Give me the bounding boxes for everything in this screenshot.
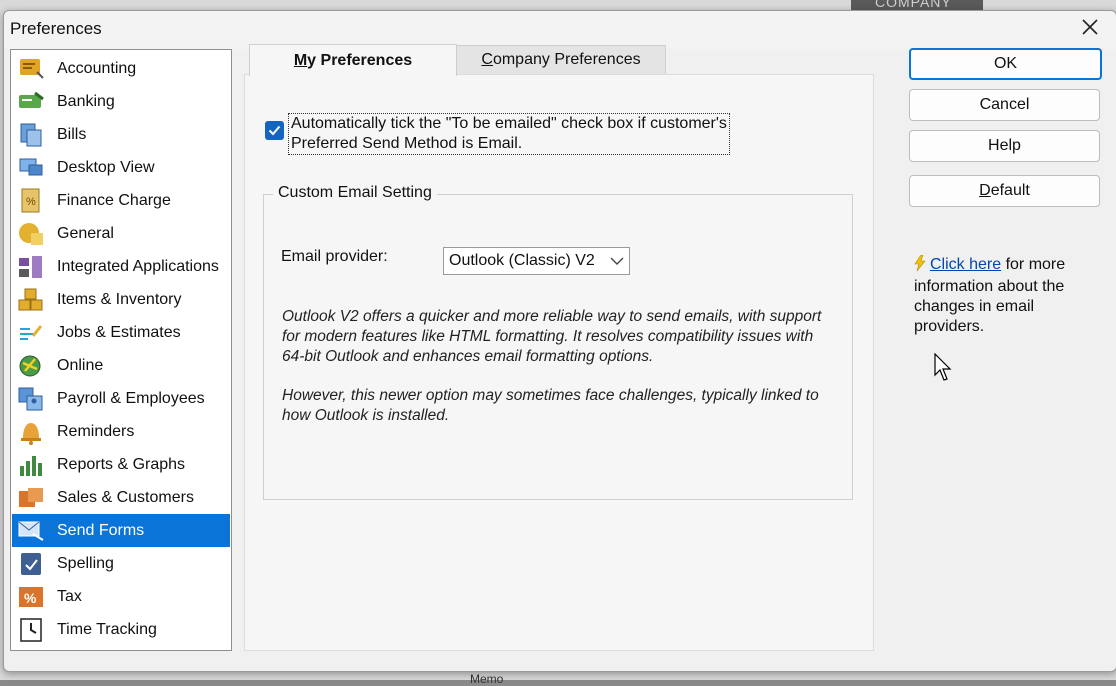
svg-text:%: % <box>24 590 37 606</box>
category-item-bills[interactable]: Bills <box>12 118 230 151</box>
mouse-pointer-icon <box>934 352 954 388</box>
ok-button[interactable]: OK <box>909 48 1102 80</box>
accounting-icon <box>15 55 47 83</box>
items-inventory-icon <box>15 286 47 314</box>
close-button[interactable] <box>1076 15 1104 43</box>
tab-my-preferences[interactable]: My Preferences <box>249 44 457 76</box>
category-label: General <box>57 224 114 242</box>
email-provider-label: Email provider: <box>281 248 388 265</box>
time-tracking-icon <box>15 616 47 644</box>
background-company-label: COMPANY <box>851 0 983 10</box>
email-provider-select[interactable]: Outlook (Classic) V2 <box>443 247 630 275</box>
category-item-general[interactable]: General <box>12 217 230 250</box>
tab-my-preferences-label: y Preferences <box>307 51 413 69</box>
category-item-reminders[interactable]: Reminders <box>12 415 230 448</box>
cancel-button[interactable]: Cancel <box>909 89 1100 121</box>
spelling-icon <box>15 550 47 578</box>
category-label: Online <box>57 356 104 374</box>
online-icon <box>15 352 47 380</box>
category-label: Items & Inventory <box>57 290 182 308</box>
email-provider-value: Outlook (Classic) V2 <box>449 252 595 269</box>
category-item-jobs-estimates[interactable]: Jobs & Estimates <box>12 316 230 349</box>
email-provider-info: Click here for more information about th… <box>914 254 1094 337</box>
category-label: Payroll & Employees <box>57 389 205 407</box>
help-button[interactable]: Help <box>909 130 1100 162</box>
custom-email-setting-title: Custom Email Setting <box>273 184 437 202</box>
checkmark-icon <box>268 125 281 136</box>
general-icon <box>15 220 47 248</box>
window-title: Preferences <box>10 19 102 38</box>
reports-graphs-icon <box>15 451 47 479</box>
auto-tick-label-line1: Automatically tick the "To be emailed" c… <box>291 115 727 132</box>
category-label: Accounting <box>57 59 137 77</box>
tab-company-preferences-label: ompany Preferences <box>492 51 641 68</box>
auto-tick-email-checkbox[interactable] <box>265 121 284 140</box>
bills-icon <box>15 121 47 149</box>
category-label: Reports & Graphs <box>57 455 186 473</box>
close-icon <box>1082 19 1098 35</box>
desktop-view-icon <box>15 154 47 182</box>
category-label: Jobs & Estimates <box>57 323 181 341</box>
lightning-bolt-icon <box>914 254 926 277</box>
tab-company-preferences-mnemonic: C <box>481 51 493 68</box>
tab-company-preferences[interactable]: Company Preferences <box>456 45 666 74</box>
category-label: Desktop View <box>57 158 155 176</box>
category-label: Banking <box>57 92 115 110</box>
auto-tick-email-option: Automatically tick the "To be emailed" c… <box>265 113 730 155</box>
default-button[interactable]: Default <box>909 175 1100 207</box>
category-label: Sales & Customers <box>57 488 194 506</box>
title-bar: Preferences <box>4 11 1116 49</box>
category-item-reports-graphs[interactable]: Reports & Graphs <box>12 448 230 481</box>
payroll-employees-icon <box>15 385 47 413</box>
click-here-link[interactable]: Click here <box>930 256 1001 273</box>
category-item-finance-charge[interactable]: % Finance Charge <box>12 184 230 217</box>
sales-customers-icon <box>15 484 47 512</box>
category-label: Send Forms <box>57 521 145 539</box>
category-item-integrated-applications[interactable]: Integrated Applications <box>12 250 230 283</box>
integrated-applications-icon <box>15 253 47 281</box>
category-item-time-tracking[interactable]: Time Tracking <box>12 613 230 646</box>
category-item-items-inventory[interactable]: Items & Inventory <box>12 283 230 316</box>
default-button-mnemonic: D <box>979 182 991 199</box>
tax-icon: % <box>15 583 47 611</box>
default-button-label: efault <box>990 182 1030 199</box>
category-label: Finance Charge <box>57 191 171 209</box>
auto-tick-email-label[interactable]: Automatically tick the "To be emailed" c… <box>288 113 730 155</box>
finance-charge-icon: % <box>15 187 47 215</box>
category-item-send-forms[interactable]: Send Forms <box>12 514 230 547</box>
category-item-spelling[interactable]: Spelling <box>12 547 230 580</box>
category-item-banking[interactable]: Banking <box>12 85 230 118</box>
category-item-payroll-employees[interactable]: Payroll & Employees <box>12 382 230 415</box>
send-forms-icon <box>15 517 47 545</box>
category-item-accounting[interactable]: Accounting <box>12 52 230 85</box>
category-list: Accounting Banking Bills Desktop View % … <box>10 49 232 651</box>
chevron-down-icon <box>605 257 629 265</box>
category-item-tax[interactable]: % Tax <box>12 580 230 613</box>
category-label: Reminders <box>57 422 135 440</box>
category-item-sales-customers[interactable]: Sales & Customers <box>12 481 230 514</box>
category-label: Tax <box>57 587 82 605</box>
category-item-online[interactable]: Online <box>12 349 230 382</box>
tab-my-preferences-mnemonic: M <box>293 51 308 69</box>
category-item-desktop-view[interactable]: Desktop View <box>12 151 230 184</box>
banking-icon <box>15 88 47 116</box>
jobs-estimates-icon <box>15 319 47 347</box>
svg-text:%: % <box>26 196 36 208</box>
category-label: Integrated Applications <box>57 257 219 275</box>
category-label: Spelling <box>57 554 114 572</box>
auto-tick-label-line2: Preferred Send Method is Email. <box>291 135 523 152</box>
reminders-bell-icon <box>15 418 47 446</box>
category-label: Bills <box>57 125 87 143</box>
provider-description: Outlook V2 offers a quicker and more rel… <box>282 308 822 365</box>
provider-warning: However, this newer option may sometimes… <box>282 387 819 424</box>
background-memo-label: Memo <box>470 672 504 686</box>
category-label: Time Tracking <box>57 620 157 638</box>
